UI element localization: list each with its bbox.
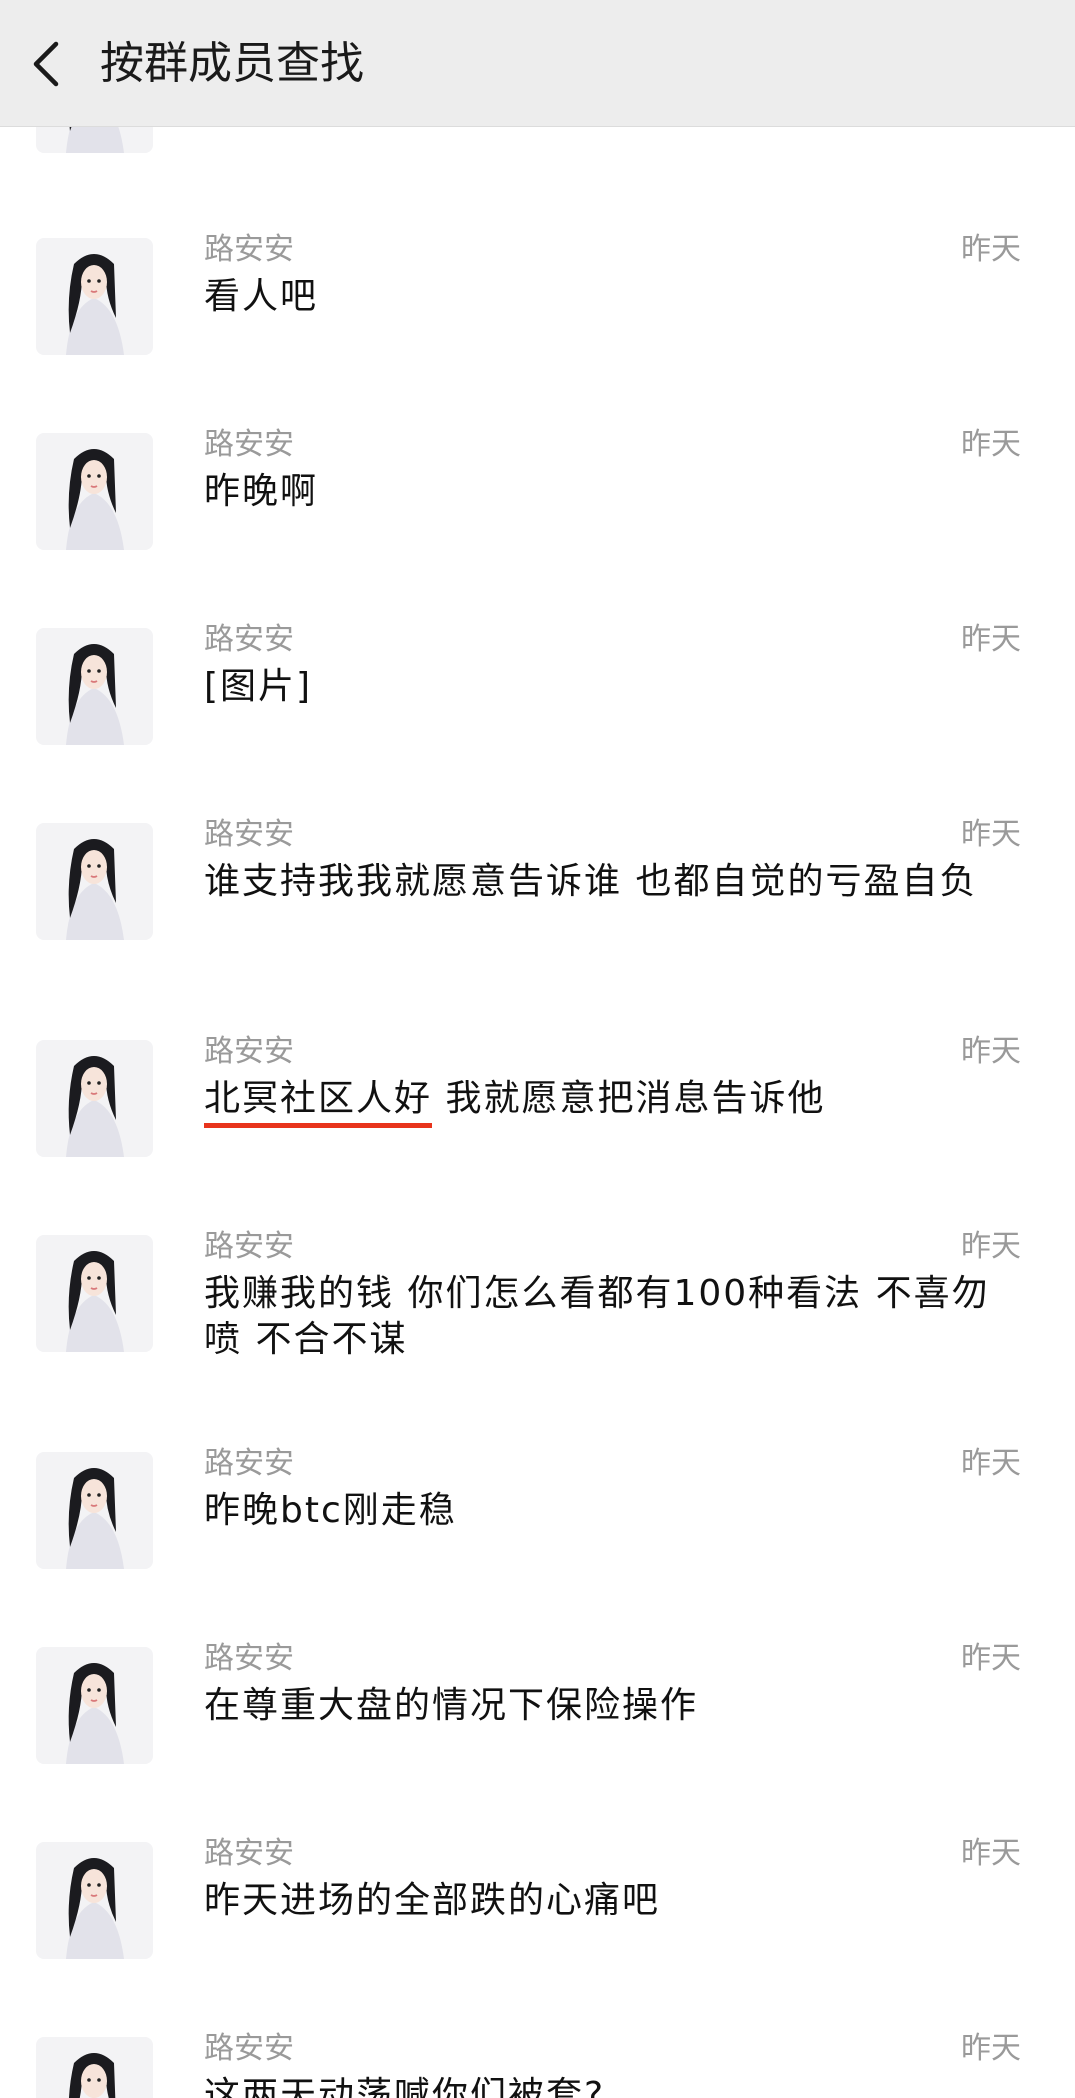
sender-name: 路安安 [204,817,294,852]
avatar[interactable] [36,1452,153,1569]
avatar[interactable] [36,433,153,550]
list-item[interactable]: 路安安 昨天 看人吧 [0,218,1075,414]
timestamp: 昨天 [961,622,1021,657]
message-text: 看人吧 [204,276,319,317]
timestamp: 昨天 [961,1836,1021,1871]
message-text: [图片] [204,666,313,707]
timestamp: 昨天 [961,1641,1021,1676]
avatar[interactable] [36,628,153,745]
header-bar: 按群成员查找 [0,0,1075,127]
highlighted-text: 北冥社区人好 [204,1078,433,1128]
timestamp: 昨天 [961,427,1021,462]
message-text-rest: 我就愿意把消息告诉他 [432,1078,826,1119]
timestamp: 昨天 [961,232,1021,267]
message-text: 昨天进场的全部跌的心痛吧 [204,1880,661,1921]
avatar[interactable] [36,1647,153,1764]
timestamp: 昨天 [961,817,1021,852]
list-item[interactable]: 路安安 昨天 谁支持我我就愿意告诉谁 也都自觉的亏盈自负 [0,803,1075,999]
message-text: 我赚我的钱 你们怎么看都有100种看法 不喜勿喷 不合不谋 [204,1273,990,1360]
list-item[interactable]: 路安安 昨天 昨晚btc刚走稳 [0,1432,1075,1628]
avatar[interactable] [36,2037,153,2098]
avatar[interactable] [36,238,153,355]
message-text: 北冥社区人好 我就愿意把消息告诉他 [204,1076,1024,1128]
timestamp: 昨天 [961,2031,1021,2066]
list-item[interactable]: 路安安 昨天 昨天进场的全部跌的心痛吧 [0,1822,1075,2018]
timestamp: 昨天 [961,1446,1021,1481]
sender-name: 路安安 [204,1034,294,1069]
sender-name: 路安安 [204,1229,294,1264]
message-text: 昨晚btc刚走稳 [204,1490,457,1531]
message-text: 在尊重大盘的情况下保险操作 [204,1685,699,1726]
chevron-left-icon[interactable] [30,40,66,88]
timestamp: 昨天 [961,1229,1021,1264]
message-text: 谁支持我我就愿意告诉谁 也都自觉的亏盈自负 [204,861,978,902]
sender-name: 路安安 [204,427,294,462]
message-text: 昨晚啊 [204,471,319,512]
avatar[interactable] [36,1235,153,1352]
list-item[interactable]: 路安安 昨天 在尊重大盘的情况下保险操作 [0,1627,1075,1823]
avatar[interactable] [36,1040,153,1157]
message-text: 这两天动荡喊你们被套? [204,2075,606,2098]
list-item[interactable]: 路安安 昨天 [图片] [0,608,1075,804]
sender-name: 路安安 [204,1641,294,1676]
list-item[interactable]: 路安安 昨天 这两天动荡喊你们被套? [0,2017,1075,2098]
sender-name: 路安安 [204,232,294,267]
sender-name: 路安安 [204,1446,294,1481]
avatar[interactable] [36,823,153,940]
list-item[interactable]: 路安安 昨天 昨晚啊 [0,413,1075,609]
sender-name: 路安安 [204,622,294,657]
message-list: 路安安 昨天 看人吧 路安安 昨天 昨晚啊 路安安 昨天 [图片] 路安安 昨天… [0,0,1075,2098]
timestamp: 昨天 [961,1034,1021,1069]
list-item[interactable]: 路安安 昨天 北冥社区人好 我就愿意把消息告诉他 [0,1020,1075,1216]
avatar[interactable] [36,1842,153,1959]
page-title: 按群成员查找 [100,38,364,89]
sender-name: 路安安 [204,1836,294,1871]
sender-name: 路安安 [204,2031,294,2066]
list-item[interactable]: 路安安 昨天 我赚我的钱 你们怎么看都有100种看法 不喜勿喷 不合不谋 [0,1215,1075,1411]
